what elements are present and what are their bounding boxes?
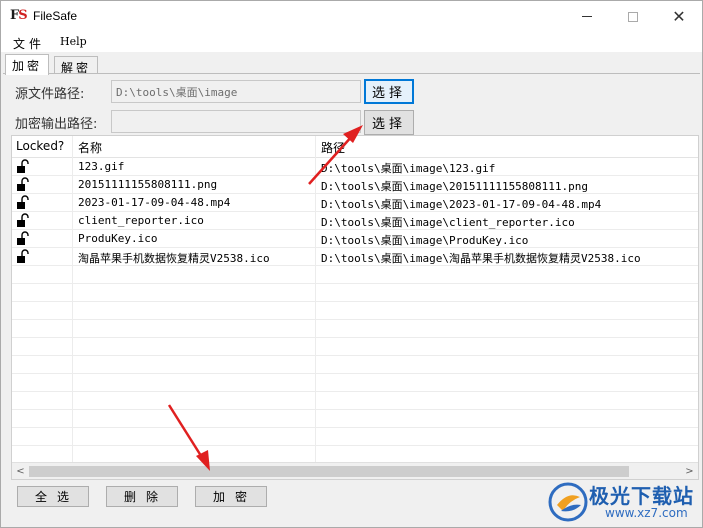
minimize-icon bbox=[582, 16, 592, 17]
close-icon: ✕ bbox=[672, 6, 686, 26]
unlocked-padlock-icon bbox=[16, 213, 30, 228]
unlocked-padlock-icon bbox=[16, 249, 30, 264]
column-header-name[interactable]: 名称 bbox=[78, 139, 102, 156]
file-list[interactable]: Locked? 名称 路径 123.gif D:\tools\桌面\image\… bbox=[11, 135, 699, 480]
file-name: client_reporter.ico bbox=[78, 214, 204, 227]
empty-row bbox=[12, 356, 698, 374]
empty-row bbox=[12, 302, 698, 320]
file-name: 淘晶苹果手机数据恢复精灵V2538.ico bbox=[78, 252, 270, 265]
scroll-left-icon[interactable]: < bbox=[12, 463, 29, 479]
minimize-button[interactable] bbox=[564, 1, 610, 32]
column-header-locked[interactable]: Locked? bbox=[16, 139, 64, 153]
empty-row bbox=[12, 374, 698, 392]
output-select-button[interactable]: 选择 bbox=[364, 110, 414, 135]
tab-encrypt[interactable]: 加密 bbox=[5, 54, 50, 75]
list-header: Locked? 名称 路径 bbox=[12, 136, 698, 158]
encrypt-button[interactable]: 加密 bbox=[195, 486, 267, 507]
column-header-path[interactable]: 路径 bbox=[321, 139, 345, 156]
tab-decrypt[interactable]: 解密 bbox=[54, 56, 99, 75]
output-path-input[interactable] bbox=[111, 110, 361, 133]
table-row[interactable]: 20151111155808111.png D:\tools\桌面\image\… bbox=[12, 176, 698, 194]
window-title: FileSafe bbox=[33, 9, 78, 23]
file-name: 2023-01-17-09-04-48.mp4 bbox=[78, 196, 231, 209]
unlocked-padlock-icon bbox=[16, 231, 30, 246]
empty-row bbox=[12, 392, 698, 410]
watermark-url: www.xz7.com bbox=[605, 506, 688, 520]
file-path: D:\tools\桌面\image\淘晶苹果手机数据恢复精灵V2538.ico bbox=[321, 252, 641, 265]
tab-strip: 加密 解密 bbox=[1, 52, 702, 75]
empty-row bbox=[12, 428, 698, 446]
output-path-label: 加密输出路径: bbox=[15, 117, 98, 132]
list-rows: 123.gif D:\tools\桌面\image\123.gif 201511… bbox=[12, 158, 698, 446]
table-row[interactable]: 2023-01-17-09-04-48.mp4 D:\tools\桌面\imag… bbox=[12, 194, 698, 212]
file-path: D:\tools\桌面\image\client_reporter.ico bbox=[321, 216, 575, 229]
title-bar: FS FileSafe ✕ bbox=[1, 1, 702, 32]
file-path: D:\tools\桌面\image\ProduKey.ico bbox=[321, 234, 529, 247]
empty-row bbox=[12, 320, 698, 338]
table-row[interactable]: 123.gif D:\tools\桌面\image\123.gif bbox=[12, 158, 698, 176]
watermark-title: 极光下载站 bbox=[589, 484, 694, 508]
file-path: D:\tools\桌面\image\20151111155808111.png bbox=[321, 180, 589, 193]
file-name: 20151111155808111.png bbox=[78, 178, 218, 191]
maximize-icon bbox=[628, 11, 638, 22]
file-path: D:\tools\桌面\image\123.gif bbox=[321, 162, 496, 175]
empty-row bbox=[12, 266, 698, 284]
menu-bar: 文件 Help bbox=[1, 32, 702, 52]
menu-file[interactable]: 文件 bbox=[13, 35, 45, 52]
select-all-button[interactable]: 全选 bbox=[17, 486, 89, 507]
file-path: D:\tools\桌面\image\2023-01-17-09-04-48.mp… bbox=[321, 198, 602, 211]
source-path-input[interactable]: D:\tools\桌面\image bbox=[111, 80, 361, 103]
watermark-logo-icon bbox=[548, 482, 588, 522]
table-row[interactable]: ProduKey.ico D:\tools\桌面\image\ProduKey.… bbox=[12, 230, 698, 248]
empty-row bbox=[12, 284, 698, 302]
unlocked-padlock-icon bbox=[16, 159, 30, 174]
maximize-button[interactable] bbox=[610, 1, 656, 32]
filesafe-window: FS FileSafe ✕ 文件 Help 加密 解密 源文件路径: D:\to… bbox=[0, 0, 703, 528]
source-path-label: 源文件路径: bbox=[15, 87, 85, 102]
empty-row bbox=[12, 410, 698, 428]
watermark: 极光下载站 www.xz7.com bbox=[541, 475, 701, 527]
source-select-button[interactable]: 选择 bbox=[364, 79, 414, 104]
delete-button[interactable]: 删除 bbox=[106, 486, 178, 507]
app-logo-icon: FS bbox=[10, 8, 28, 23]
menu-help[interactable]: Help bbox=[60, 35, 87, 48]
file-name: ProduKey.ico bbox=[78, 232, 158, 245]
empty-row bbox=[12, 338, 698, 356]
unlocked-padlock-icon bbox=[16, 177, 30, 192]
close-button[interactable]: ✕ bbox=[656, 1, 702, 32]
unlocked-padlock-icon bbox=[16, 195, 30, 210]
table-row[interactable]: client_reporter.ico D:\tools\桌面\image\cl… bbox=[12, 212, 698, 230]
table-row[interactable]: 淘晶苹果手机数据恢复精灵V2538.ico D:\tools\桌面\image\… bbox=[12, 248, 698, 266]
scrollbar-thumb[interactable] bbox=[29, 466, 629, 477]
file-name: 123.gif bbox=[78, 160, 125, 173]
